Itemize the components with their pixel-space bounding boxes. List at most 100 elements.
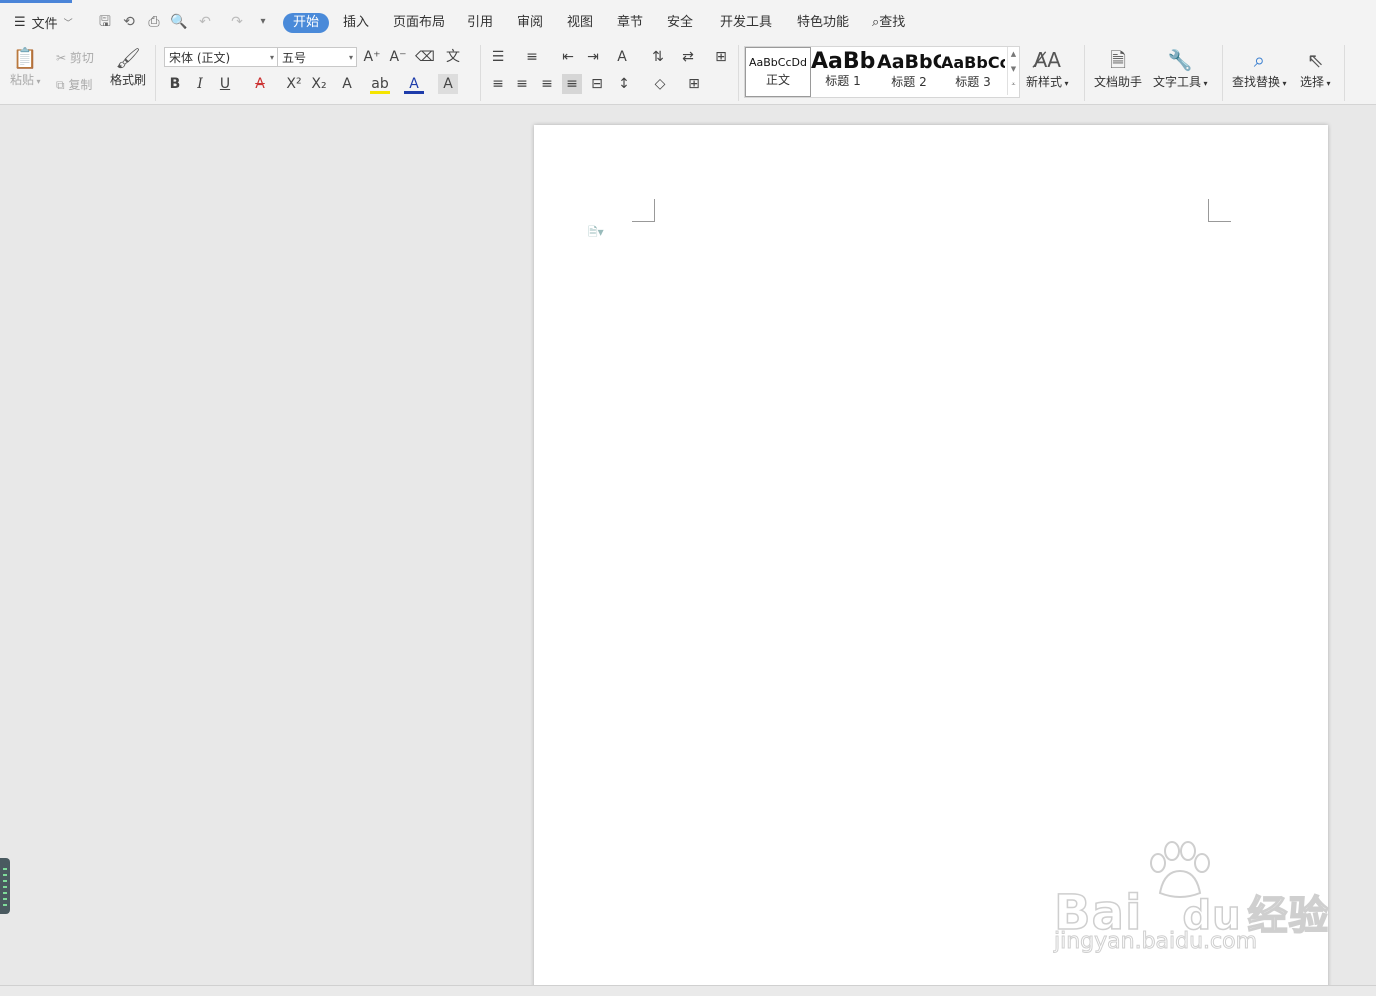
style-heading-3[interactable]: AaBbCc 标题 3 xyxy=(941,47,1005,95)
italic-icon[interactable]: I xyxy=(190,74,210,94)
style-heading-1[interactable]: AaBb 标题 1 xyxy=(811,47,875,95)
tab-review[interactable]: 审阅 xyxy=(513,13,547,33)
copy-button[interactable]: ⧉ 复制 xyxy=(56,76,92,93)
shrink-font-icon[interactable]: A⁻ xyxy=(388,47,408,67)
shading-icon[interactable]: ◇ xyxy=(650,74,670,94)
phonetic-guide-icon[interactable]: 文 xyxy=(443,47,463,67)
highlight-icon[interactable]: ab xyxy=(370,74,390,94)
ribbon: ☰ 文件 ﹀ 🖫 ⟲ ⎙ 🔍 ↶ ↷ ▾ 开始 插入 页面布局 引用 审阅 视图… xyxy=(0,3,1376,105)
tab-page-layout[interactable]: 页面布局 xyxy=(389,13,449,33)
wrench-icon: 🔧 xyxy=(1167,48,1193,72)
divider xyxy=(1084,45,1085,101)
sort-icon[interactable]: ⇅ xyxy=(648,47,668,67)
new-style-button[interactable]: A̸A 新样式 ▾ xyxy=(1026,47,1069,90)
divider xyxy=(1344,45,1345,101)
divider xyxy=(480,45,481,101)
decrease-indent-icon[interactable]: ⇤ xyxy=(558,47,578,67)
find-replace-label: 查找替换 xyxy=(1232,75,1281,89)
file-menu-button[interactable]: ☰ 文件 ﹀ xyxy=(14,11,73,33)
tab-start[interactable]: 开始 xyxy=(283,13,330,33)
text-direction-icon[interactable]: A xyxy=(612,47,632,67)
font-size-value: 五号 xyxy=(282,51,307,65)
new-style-label: 新样式 xyxy=(1026,75,1063,89)
text-tools-button[interactable]: 🔧 文字工具 ▾ xyxy=(1153,47,1208,90)
numbered-list-icon[interactable]: ≡ xyxy=(522,47,542,67)
grow-font-icon[interactable]: A⁺ xyxy=(362,47,382,67)
text-effect-icon[interactable]: A xyxy=(337,74,357,94)
strikethrough-icon[interactable]: A xyxy=(250,74,270,94)
increase-indent-icon[interactable]: ⇥ xyxy=(583,47,603,67)
print-icon[interactable]: ⎙ xyxy=(145,13,163,31)
show-marks-icon[interactable]: ⇄ xyxy=(678,47,698,67)
format-painter-button[interactable]: 🖌 格式刷 xyxy=(110,45,146,88)
distributed-icon[interactable]: ⊟ xyxy=(587,74,607,94)
side-panel-handle[interactable] xyxy=(0,858,10,914)
font-name-value: 宋体 (正文) xyxy=(169,51,231,65)
font-name-select[interactable]: 宋体 (正文) ▾ xyxy=(164,47,278,67)
paste-label: 粘贴 xyxy=(10,73,35,87)
scissors-icon: ✂ xyxy=(56,51,67,65)
paste-button[interactable]: 📋 粘贴 ▾ xyxy=(10,45,41,88)
paragraph-options-icon[interactable]: 🗎▾ xyxy=(588,223,604,244)
style-name: 标题 1 xyxy=(825,74,861,88)
copy-label: 复制 xyxy=(68,78,93,92)
style-gallery-scroll[interactable]: ▲ ▼ ⩡ xyxy=(1007,47,1019,95)
style-name: 正文 xyxy=(765,73,790,87)
print-preview-icon[interactable]: 🔍 xyxy=(170,13,188,31)
subscript-icon[interactable]: X₂ xyxy=(309,74,329,94)
bold-icon[interactable]: B xyxy=(165,74,185,94)
tab-insert[interactable]: 插入 xyxy=(339,13,373,33)
menu-bar: ☰ 文件 ﹀ 🖫 ⟲ ⎙ 🔍 ↶ ↷ ▾ 开始 插入 页面布局 引用 审阅 视图… xyxy=(0,3,1376,41)
tab-references[interactable]: 引用 xyxy=(463,13,497,33)
document-icon: 🗎 xyxy=(1109,48,1127,72)
style-sample: AaBbCc xyxy=(941,53,1005,72)
borders-icon[interactable]: ⊞ xyxy=(684,74,704,94)
style-heading-2[interactable]: AaBbC 标题 2 xyxy=(877,47,941,95)
paste-icon: 📋 xyxy=(12,46,38,70)
save-icon[interactable]: 🖫 xyxy=(96,13,114,31)
format-icon[interactable]: ⟲ xyxy=(120,13,138,31)
align-right-icon[interactable]: ≡ xyxy=(537,74,557,94)
file-menu-label: 文件 xyxy=(31,16,58,32)
character-shading-icon[interactable]: A xyxy=(438,74,458,94)
undo-icon[interactable]: ↶ xyxy=(196,13,214,31)
font-color-icon[interactable]: A xyxy=(404,74,424,94)
cut-button[interactable]: ✂ 剪切 xyxy=(56,49,94,66)
select-label: 选择 xyxy=(1300,75,1325,89)
font-size-select[interactable]: 五号 ▾ xyxy=(277,47,357,67)
align-left-icon[interactable]: ≡ xyxy=(488,74,508,94)
chevron-down-icon: ▾ xyxy=(348,53,353,62)
table-of-layout-icon[interactable]: ⊞ xyxy=(711,47,731,67)
doc-assistant-button[interactable]: 🗎 文档助手 xyxy=(1094,47,1142,90)
style-name: 标题 2 xyxy=(891,75,927,89)
tab-view[interactable]: 视图 xyxy=(563,13,597,33)
line-spacing-icon[interactable]: ↕ xyxy=(614,74,634,94)
customize-quick-access-icon[interactable]: ▾ xyxy=(254,13,272,31)
align-center-icon[interactable]: ≡ xyxy=(512,74,532,94)
select-button[interactable]: ⇖ 选择 ▾ xyxy=(1300,47,1331,90)
hamburger-icon: ☰ xyxy=(14,14,26,30)
tab-security[interactable]: 安全 xyxy=(663,13,697,33)
find-replace-button[interactable]: ⌕ 查找替换 ▾ xyxy=(1232,47,1287,90)
tab-developer[interactable]: 开发工具 xyxy=(716,13,776,33)
document-page[interactable]: 🗎▾ Bai du 经验 jingyan.baidu.com xyxy=(534,125,1330,995)
format-painter-label: 格式刷 xyxy=(110,73,147,87)
tab-chapter[interactable]: 章节 xyxy=(613,13,647,33)
style-sample: AaBb xyxy=(811,49,875,74)
margin-mark-right xyxy=(1208,199,1231,222)
divider xyxy=(155,45,156,101)
search-button[interactable]: ⌕查找 xyxy=(872,13,905,33)
superscript-icon[interactable]: X² xyxy=(284,74,304,94)
style-normal[interactable]: AaBbCcDd 正文 xyxy=(745,47,811,97)
clear-format-icon[interactable]: ⌫ xyxy=(415,47,435,67)
paintbrush-icon: 🖌 xyxy=(115,46,141,70)
tab-special-features[interactable]: 特色功能 xyxy=(793,13,853,33)
watermark: Bai du 经验 jingyan.baidu.com xyxy=(1053,841,1330,955)
style-sample: AaBbC xyxy=(877,51,941,73)
redo-icon[interactable]: ↷ xyxy=(228,13,246,31)
style-gallery: AaBbCcDd 正文 AaBb 标题 1 AaBbC 标题 2 AaBbCc … xyxy=(744,46,1020,98)
divider xyxy=(1222,45,1223,101)
bullet-list-icon[interactable]: ☰ xyxy=(488,47,508,67)
justify-icon[interactable]: ≡ xyxy=(562,74,582,94)
underline-icon[interactable]: U xyxy=(215,74,235,94)
